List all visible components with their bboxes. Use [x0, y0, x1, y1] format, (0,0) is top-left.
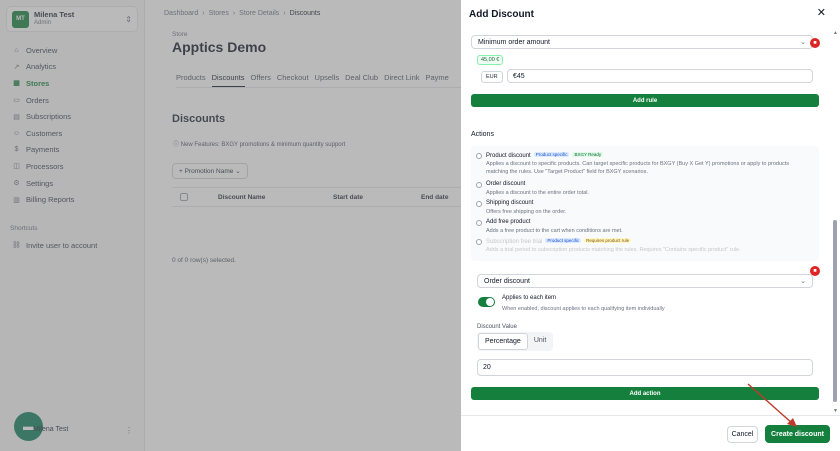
amount-input[interactable]: €45 — [507, 69, 813, 83]
panel-scroll-area[interactable]: Minimum order amount ⌄ ■ 45,00 € EUR €45… — [461, 28, 840, 415]
option-title-text: Product discount — [486, 153, 531, 159]
option-description: Offers free shipping on the order. — [486, 209, 567, 215]
discount-value-label: Discount Value — [477, 324, 517, 330]
scrollbar[interactable]: ▲ ▼ — [832, 30, 838, 414]
close-icon[interactable]: ✕ — [817, 6, 826, 19]
radio-button[interactable] — [476, 201, 482, 207]
radio-button[interactable] — [476, 182, 482, 188]
chevron-down-icon: ⌄ — [800, 278, 806, 285]
toggle-label: Applies to each item — [502, 295, 557, 301]
scrollbar-thumb[interactable] — [833, 220, 837, 402]
amount-value: €45 — [513, 72, 525, 80]
panel-title: Add Discount — [469, 8, 534, 20]
option-title: Add free product — [486, 219, 531, 225]
actions-heading: Actions — [471, 131, 494, 138]
option-description: Applies a discount to specific products.… — [486, 161, 790, 175]
option-description: Adds a trial period to subscription prod… — [486, 247, 741, 253]
scroll-up-icon[interactable]: ▲ — [833, 30, 838, 36]
option-title: Product discount Product specific BXGY Rea… — [486, 152, 604, 159]
currency-select[interactable]: EUR — [481, 71, 503, 83]
applies-each-item-toggle[interactable] — [478, 297, 495, 307]
option-title: Shipping discount — [486, 200, 534, 206]
amount-pill: 45,00 € — [477, 55, 504, 65]
option-description: Adds a free product to the cart when con… — [486, 228, 623, 234]
action-type-select[interactable]: Order discount ⌄ — [477, 274, 813, 288]
option-title: Subscription free trial Product specific R… — [486, 238, 632, 245]
radio-button — [476, 239, 482, 245]
add-rule-button[interactable]: Add rule — [471, 94, 819, 107]
chevron-down-icon: ⌄ — [800, 39, 806, 46]
discount-value: 20 — [483, 364, 491, 371]
panel-header: Add Discount — [461, 0, 840, 28]
toggle-description: When enabled, discount applies to each q… — [502, 306, 665, 312]
tag-product-specific: Product specific — [533, 152, 570, 157]
option-description: Applies a discount to the entire order t… — [486, 190, 590, 196]
radio-button[interactable] — [476, 153, 482, 159]
percentage-option[interactable]: Percentage — [478, 333, 528, 350]
rule-type-select[interactable]: Minimum order amount ⌄ — [471, 35, 813, 49]
tag-bxgy-ready: BXGY Ready — [572, 152, 604, 157]
select-value: Order discount — [484, 277, 530, 285]
unit-option[interactable]: Unit — [528, 333, 552, 350]
tag-product-specific: Product specific — [545, 238, 582, 243]
value-type-toggle: Percentage Unit — [477, 332, 554, 351]
option-title: Order discount — [486, 181, 526, 187]
delete-rule-icon[interactable]: ■ — [810, 38, 820, 48]
radio-button[interactable] — [476, 220, 482, 226]
tag-requires-product-rule: Requires product rule — [584, 238, 632, 243]
delete-action-icon[interactable]: ■ — [810, 266, 820, 276]
annotation-arrow — [747, 383, 797, 427]
scroll-down-icon[interactable]: ▼ — [833, 408, 838, 414]
rule-card: Minimum order amount ⌄ ■ 45,00 € EUR €45… — [471, 28, 820, 111]
modal-backdrop[interactable] — [0, 0, 461, 451]
select-value: Minimum order amount — [478, 38, 550, 46]
option-title-text: Subscription free trial — [486, 239, 543, 245]
action-options: Product discount Product specific BXGY Rea… — [471, 146, 819, 261]
